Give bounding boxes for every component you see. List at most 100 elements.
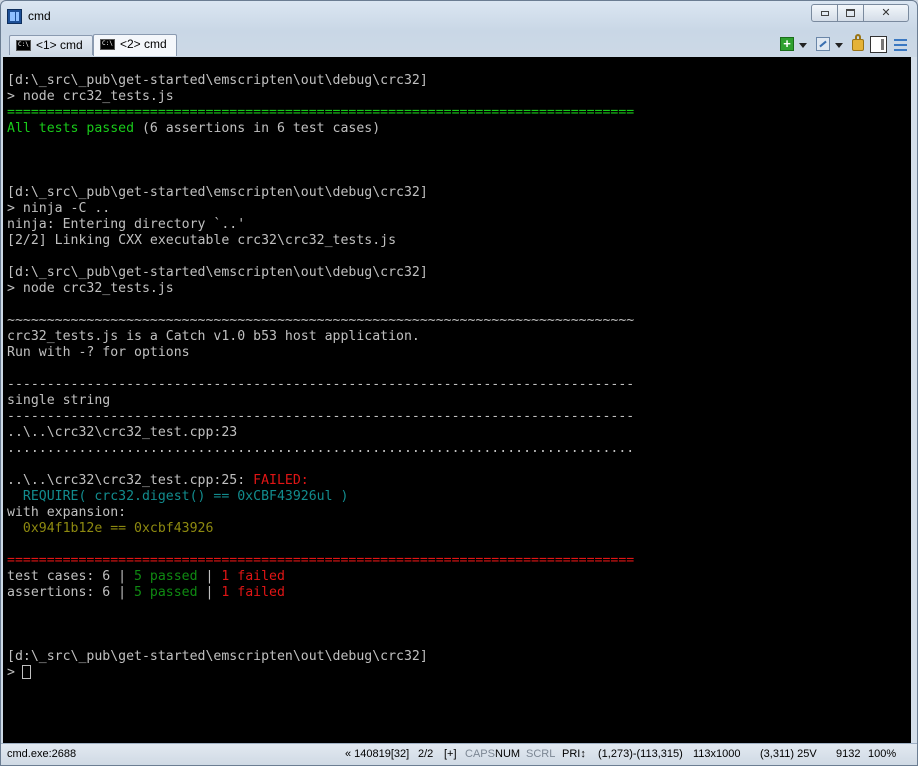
console-text: ========================================… bbox=[7, 553, 635, 568]
console-text: [d:\_src\_pub\get-started\emscripten\out… bbox=[7, 265, 428, 280]
console-text: [d:\_src\_pub\get-started\emscripten\out… bbox=[7, 185, 428, 200]
console-line: [d:\_src\_pub\get-started\emscripten\out… bbox=[7, 73, 634, 89]
console-line: All tests passed (6 assertions in 6 test… bbox=[7, 121, 634, 137]
console-text: (6 assertions in 6 test cases) bbox=[134, 121, 381, 136]
console-text: ----------------------------------------… bbox=[7, 377, 635, 392]
console-line: REQUIRE( crc32.digest() == 0xCBF43926ul … bbox=[7, 489, 634, 505]
console-text: 5 passed bbox=[134, 585, 198, 600]
maximize-button[interactable] bbox=[837, 4, 864, 22]
console-text: assertions: 6 | bbox=[7, 585, 135, 600]
text-cursor bbox=[22, 665, 31, 679]
console-line: > ninja -C .. bbox=[7, 201, 634, 217]
minimize-button[interactable] bbox=[811, 4, 838, 22]
status-tab-index: 2/2 bbox=[418, 748, 434, 760]
status-build: « 140819[32] bbox=[345, 748, 410, 760]
console-text: with expansion: bbox=[7, 505, 127, 520]
console-line: ........................................… bbox=[7, 441, 634, 457]
console-line: [2/2] Linking CXX executable crc32\crc32… bbox=[7, 233, 634, 249]
console-window: cmd ✕ C:\ <1> cmd C:\ <2> cmd + [d:\_src… bbox=[0, 0, 918, 766]
console-line: ..\..\crc32\crc32_test.cpp:25: FAILED: bbox=[7, 473, 634, 489]
console-line: > bbox=[7, 665, 634, 681]
console-text: > ninja -C .. bbox=[7, 201, 111, 216]
console-text: crc32_tests.js is a Catch v1.0 b53 host … bbox=[7, 329, 420, 344]
console-text: ----------------------------------------… bbox=[7, 409, 635, 424]
console-text: 1 failed bbox=[221, 585, 285, 600]
console-line: single string bbox=[7, 393, 634, 409]
console-line: Run with -? for options bbox=[7, 345, 634, 361]
console-text: > node crc32_tests.js bbox=[7, 281, 174, 296]
console-text: Run with -? for options bbox=[7, 345, 190, 360]
console-line: ----------------------------------------… bbox=[7, 409, 634, 425]
console-text: 1 failed bbox=[221, 569, 285, 584]
console-text: [2/2] Linking CXX executable crc32\crc32… bbox=[7, 233, 397, 248]
title-bar[interactable]: cmd ✕ bbox=[1, 1, 917, 31]
console-text: [d:\_src\_pub\get-started\emscripten\out… bbox=[7, 649, 428, 664]
status-scrl: SCRL bbox=[526, 748, 556, 760]
console-line: 0x94f1b12e == 0xcbf43926 bbox=[7, 521, 634, 537]
app-icon bbox=[7, 9, 22, 24]
console-output[interactable]: [d:\_src\_pub\get-started\emscripten\out… bbox=[3, 57, 911, 743]
chevron-down-icon[interactable] bbox=[835, 43, 843, 48]
status-pri: PRI↕ bbox=[562, 748, 586, 760]
tab-label: <1> cmd bbox=[36, 38, 83, 52]
console-text: ~~~~~~~~~~~~~~~~~~~~~~~~~~~~~~~~~~~~~~~~… bbox=[7, 313, 635, 328]
status-plus: [+] bbox=[444, 748, 457, 760]
console-text: 0x94f1b12e == 0xcbf43926 bbox=[7, 521, 214, 536]
close-icon: ✕ bbox=[881, 7, 891, 19]
console-line: ========================================… bbox=[7, 105, 634, 121]
console-line: ~~~~~~~~~~~~~~~~~~~~~~~~~~~~~~~~~~~~~~~~… bbox=[7, 313, 634, 329]
console-line: with expansion: bbox=[7, 505, 634, 521]
console-line: ----------------------------------------… bbox=[7, 377, 634, 393]
tab-1-cmd[interactable]: C:\ <1> cmd bbox=[9, 35, 93, 55]
paste-icon[interactable] bbox=[816, 37, 830, 51]
console-text: 5 passed bbox=[134, 569, 198, 584]
tab-label: <2> cmd bbox=[120, 37, 167, 51]
scrollbar[interactable] bbox=[911, 57, 917, 743]
console-line: > node crc32_tests.js bbox=[7, 89, 634, 105]
console-text: ========================================… bbox=[7, 105, 635, 120]
console-text: single string bbox=[7, 393, 111, 408]
tab-bar: C:\ <1> cmd C:\ <2> cmd + bbox=[1, 33, 917, 57]
console-text: | bbox=[197, 569, 222, 584]
status-selection: (1,273)-(113,315) bbox=[598, 748, 683, 760]
split-view-icon[interactable] bbox=[870, 36, 887, 53]
console-text: > node crc32_tests.js bbox=[7, 89, 174, 104]
console-line: [d:\_src\_pub\get-started\emscripten\out… bbox=[7, 185, 634, 201]
console-text: ninja: Entering directory `..' bbox=[7, 217, 246, 232]
console-text: test cases: 6 | bbox=[7, 569, 135, 584]
console-text: [d:\_src\_pub\get-started\emscripten\out… bbox=[7, 73, 428, 88]
status-pid: 9132 bbox=[836, 748, 861, 760]
console-line: > node crc32_tests.js bbox=[7, 281, 634, 297]
console-text: REQUIRE( crc32.digest() == 0xCBF43926ul … bbox=[7, 489, 349, 504]
menu-icon[interactable] bbox=[894, 39, 907, 51]
console-line: crc32_tests.js is a Catch v1.0 b53 host … bbox=[7, 329, 634, 345]
maximize-icon bbox=[846, 9, 855, 17]
status-zoom: 100% bbox=[868, 748, 897, 760]
status-cursor-pos: (3,311) 25V bbox=[760, 748, 817, 760]
console-line: [d:\_src\_pub\get-started\emscripten\out… bbox=[7, 265, 634, 281]
minimize-icon bbox=[820, 11, 829, 16]
status-size: 113x1000 bbox=[693, 748, 741, 760]
lock-icon[interactable] bbox=[852, 34, 864, 51]
status-bar: cmd.exe:2688 « 140819[32] 2/2 [+] CAPS N… bbox=[1, 743, 917, 765]
console-icon: C:\ bbox=[100, 39, 115, 50]
add-console-icon[interactable]: + bbox=[780, 37, 794, 51]
close-button[interactable]: ✕ bbox=[863, 4, 909, 22]
tab-2-cmd[interactable]: C:\ <2> cmd bbox=[93, 34, 177, 56]
console-line: ..\..\crc32\crc32_test.cpp:23 bbox=[7, 425, 634, 441]
console-text: ..\..\crc32\crc32_test.cpp:23 bbox=[7, 425, 238, 440]
chevron-down-icon[interactable] bbox=[799, 43, 807, 48]
console-line: [d:\_src\_pub\get-started\emscripten\out… bbox=[7, 649, 634, 665]
window-title: cmd bbox=[28, 9, 51, 23]
